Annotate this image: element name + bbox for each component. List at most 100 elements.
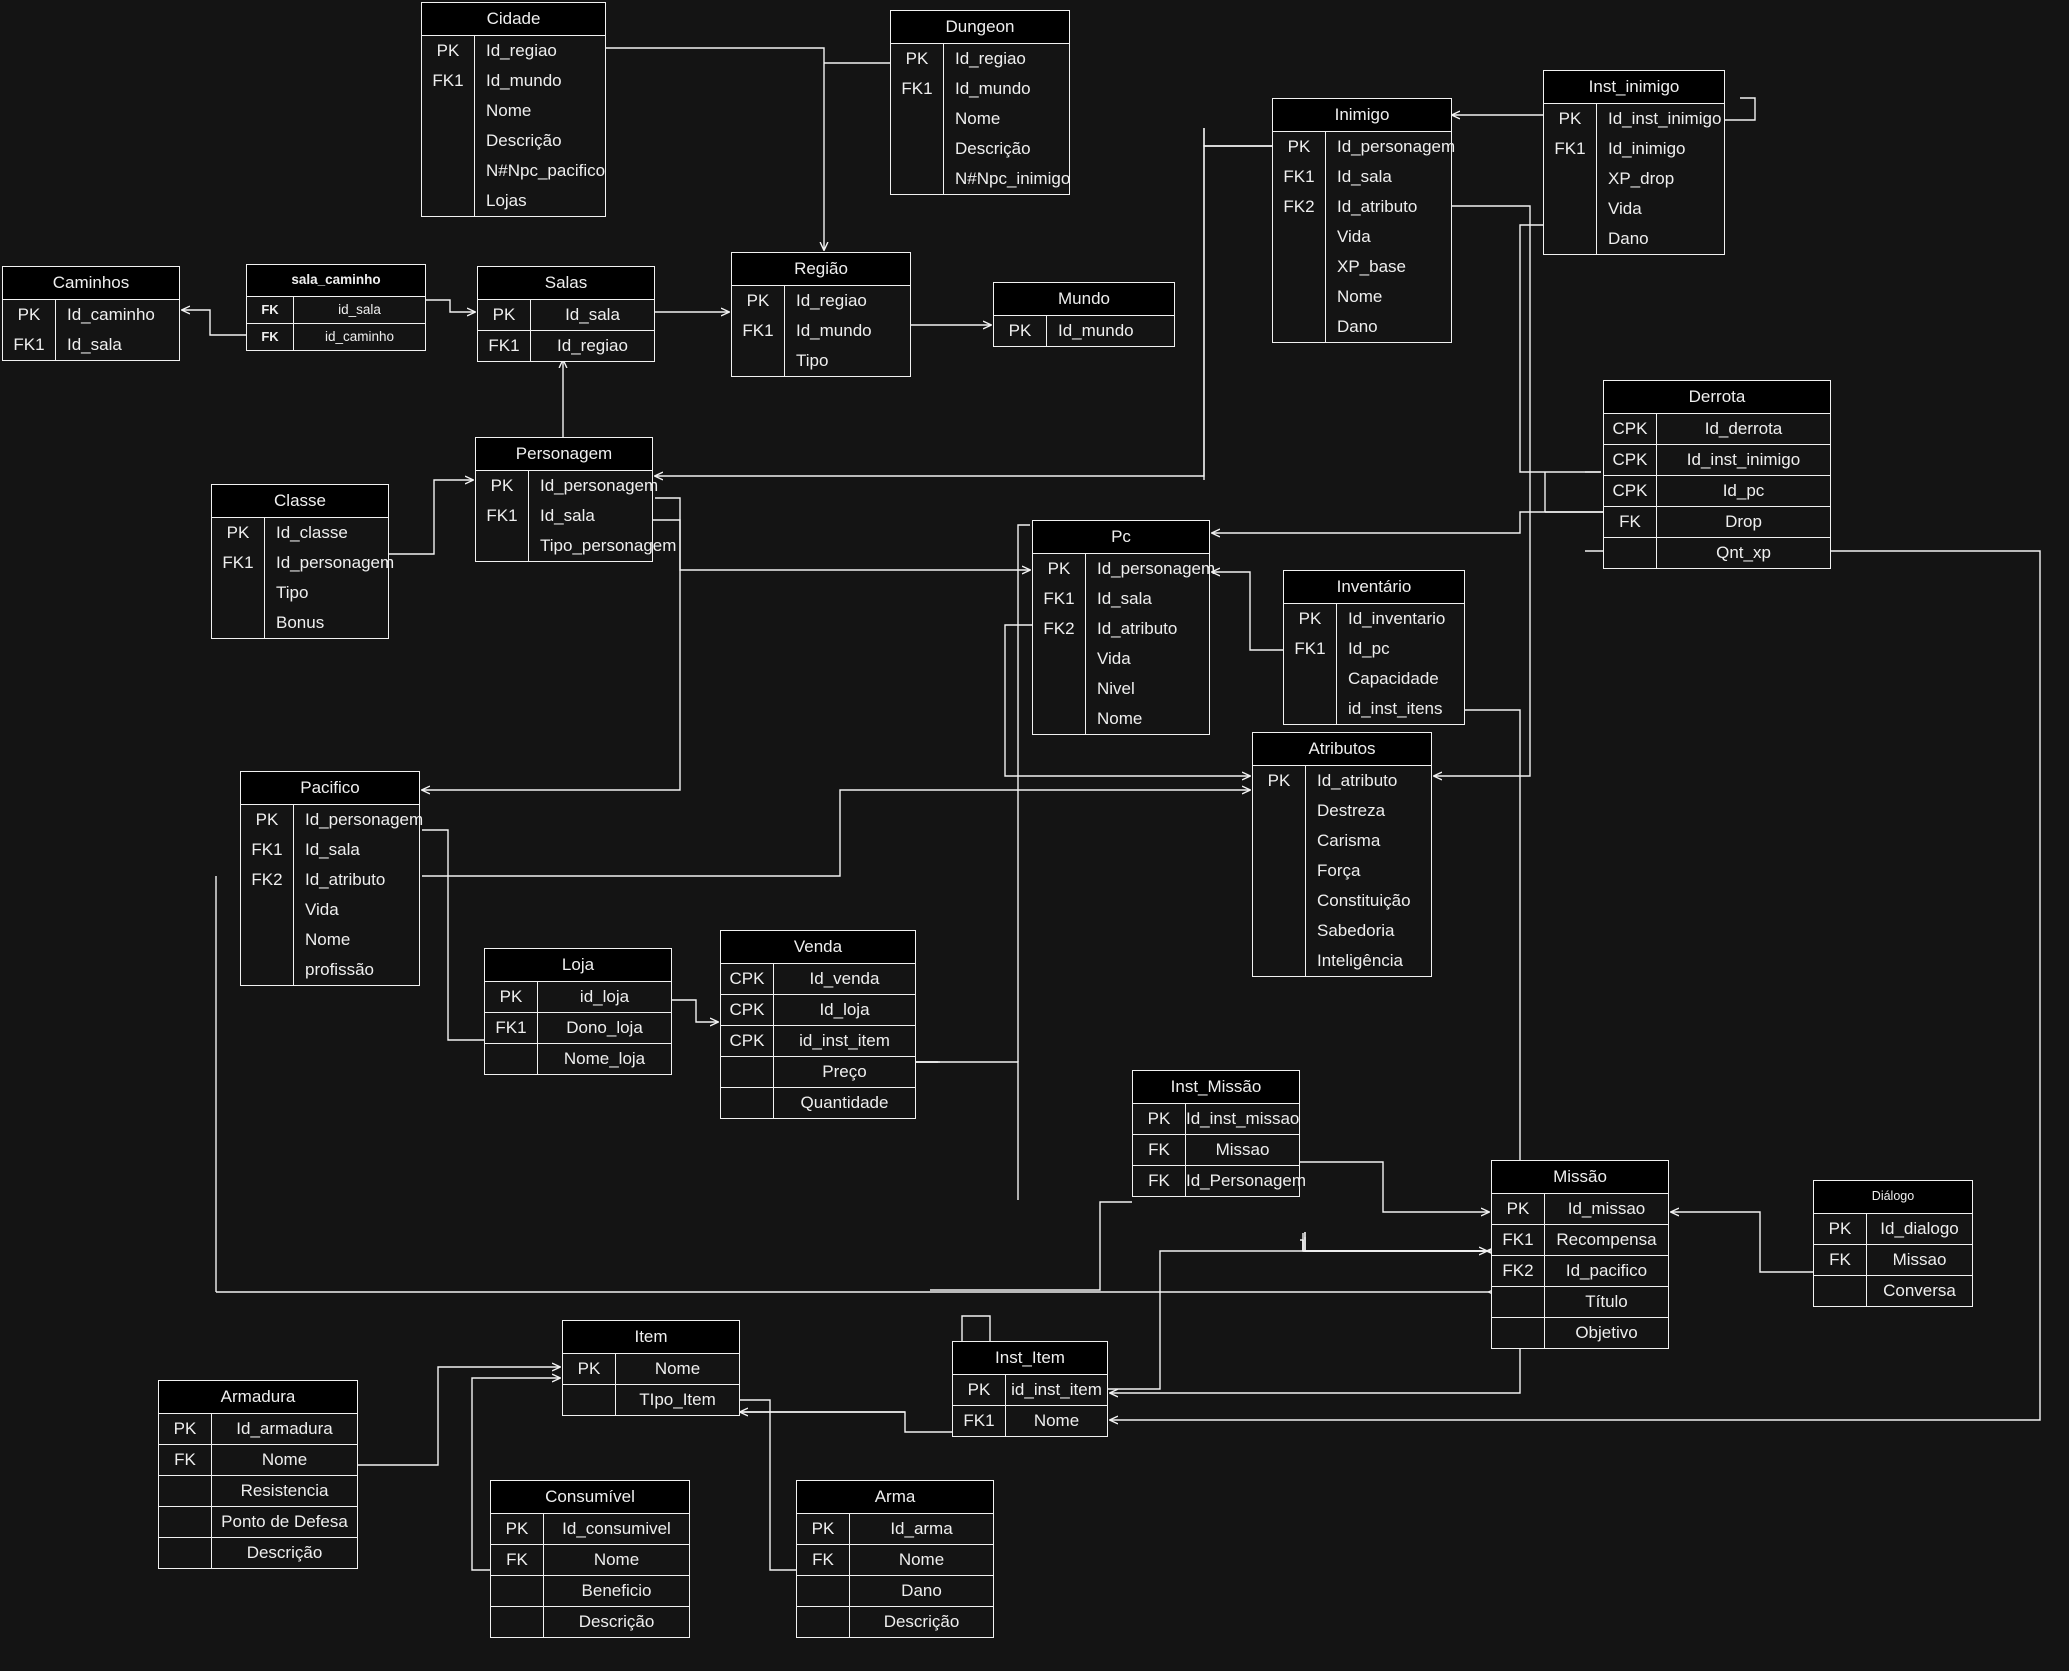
entity-pacifico[interactable]: Pacifico PK Id_personagem FK1 Id_sala FK2 Id_a… (240, 771, 423, 986)
attribute-name: Id_inst_missao (1186, 1109, 1300, 1128)
attribute-row: PK Id_inst_inimigo (1544, 104, 1724, 134)
attribute-row: XP_base (1273, 252, 1451, 282)
entity-regiao[interactable]: Região PK Id_regiao FK1 Id_mundo Tipo (731, 252, 911, 377)
entity-caminhos[interactable]: Caminhos PK Id_caminho FK1 Id_sala (2, 266, 180, 361)
attribute-name: Id_inventario (1348, 609, 1446, 628)
entity-title: Inventário (1284, 571, 1464, 604)
attribute-name: Id_atributo (305, 870, 386, 889)
entity-pc[interactable]: Pc PK Id_personagem FK1 Id_sala FK2 Id_atribut… (1032, 520, 1215, 735)
attribute-key (1284, 694, 1337, 724)
attribute-key (1253, 886, 1306, 916)
attribute-name: Id_inst_inimigo (1608, 109, 1722, 128)
attribute-key (1273, 252, 1326, 282)
attribute-list: PK Id_regiao FK1 Id_mundo Nome Descrição N#Npc… (891, 44, 1070, 194)
attribute-list: PK Id_personagem FK1 Id_sala FK2 Id_atributo V… (1033, 554, 1215, 734)
attribute-name: Nome (593, 1550, 640, 1569)
attribute-key (422, 96, 475, 126)
entity-salas[interactable]: Salas PK Id_sala FK1 Id_regiao (477, 266, 655, 362)
entity-missao[interactable]: Missão PK Id_missao FK1 Recompensa FK2 Id_paci… (1491, 1160, 1669, 1349)
attribute-row: Qnt_xp (1604, 538, 1830, 568)
attribute-key: PK (422, 36, 475, 66)
entity-personagem[interactable]: Personagem PK Id_personagem FK1 Id_sala Tipo_… (475, 437, 676, 562)
entity-inimigo[interactable]: Inimigo PK Id_personagem FK1 Id_sala FK2 Id_at… (1272, 98, 1455, 343)
attribute-key: PK (485, 982, 538, 1012)
attribute-key: FK1 (1492, 1225, 1545, 1255)
attribute-name: Missao (1215, 1140, 1270, 1159)
attribute-name: Tipo (276, 583, 309, 602)
attribute-name: Id_sala (1097, 589, 1152, 608)
entity-mundo[interactable]: Mundo PK Id_mundo (993, 282, 1175, 347)
attribute-key: PK (478, 300, 531, 330)
attribute-row: Nome_loja (485, 1044, 671, 1074)
attribute-name: Id_inst_inimigo (1686, 450, 1801, 469)
attribute-name: Id_caminho (67, 305, 155, 324)
attribute-key: PK (891, 44, 944, 74)
entity-arma[interactable]: Arma PK Id_arma FK Nome Dano Descrição (796, 1480, 994, 1638)
attribute-key: CPK (721, 995, 774, 1025)
entity-inst_inimigo[interactable]: Inst_inimigo PK Id_inst_inimigo FK1 Id_inimi… (1543, 70, 1725, 255)
entity-title: Pc (1033, 521, 1209, 554)
entity-dungeon[interactable]: Dungeon PK Id_regiao FK1 Id_mundo Nome Descriç… (890, 10, 1070, 195)
attribute-row: Vida (241, 895, 419, 925)
attribute-key (241, 955, 294, 985)
attribute-name: Drop (1725, 512, 1762, 531)
entity-inst_item[interactable]: Inst_Item PK id_inst_item FK1 Nome (952, 1341, 1108, 1437)
attribute-row: profissão (241, 955, 419, 985)
attribute-row: FK1 Id_sala (241, 835, 419, 865)
entity-dialogo[interactable]: Diálogo PK Id_dialogo FK Missao Conversa (1813, 1180, 1973, 1307)
attribute-row: FK1 Id_personagem (212, 548, 394, 578)
attribute-name: Id_loja (819, 1000, 870, 1019)
entity-armadura[interactable]: Armadura PK Id_armadura FK Nome Resistencia Po… (158, 1380, 358, 1569)
attribute-key: PK (491, 1514, 544, 1544)
attribute-row: PK Id_sala (478, 300, 654, 331)
attribute-row: PK Nome (563, 1354, 739, 1385)
attribute-row: FK1 Id_sala (3, 330, 179, 360)
attribute-row: FK1 Id_sala (476, 501, 652, 531)
entity-derrota[interactable]: Derrota CPK Id_derrota CPK Id_inst_inimigo CP… (1603, 380, 1831, 569)
attribute-name: Nome (1097, 709, 1143, 728)
attribute-key (159, 1476, 212, 1506)
attribute-name: Id_mundo (486, 71, 562, 90)
entity-inventario[interactable]: Inventário PK Id_inventario FK1 Id_pc Capacid… (1283, 570, 1465, 725)
attribute-key: FK1 (476, 501, 529, 531)
attribute-name: Id_derrota (1704, 419, 1783, 438)
attribute-row: PK Id_regiao (891, 44, 1069, 74)
attribute-name: Id_arma (890, 1519, 953, 1538)
attribute-key: FK1 (212, 548, 265, 578)
attribute-row: TIpo_Item (563, 1385, 739, 1415)
attribute-row: Tipo (732, 346, 910, 376)
attribute-name: Preço (822, 1062, 867, 1081)
attribute-key (1492, 1287, 1545, 1317)
entity-classe[interactable]: Classe PK Id_classe FK1 Id_personagem Tipo Bon… (211, 484, 394, 639)
entity-sala_caminho[interactable]: sala_caminho FK id_sala FK id_caminho (246, 264, 426, 351)
entity-cidade[interactable]: Cidade PK Id_regiao FK1 Id_mundo Nome Descriçã… (421, 2, 606, 217)
entity-consumivel[interactable]: Consumível PK Id_consumivel FK Nome Beneficio… (490, 1480, 690, 1638)
entity-title: Mundo (994, 283, 1174, 316)
attribute-key (1253, 826, 1306, 856)
attribute-name: Objetivo (1575, 1323, 1638, 1342)
attribute-row: PK Id_consumivel (491, 1514, 689, 1545)
attribute-key: FK (491, 1545, 544, 1575)
entity-inst_missao[interactable]: Inst_Missão PK Id_inst_missao FK Missao FK Id_… (1132, 1070, 1306, 1197)
attribute-name: Id_consumivel (562, 1519, 671, 1538)
attribute-name: Nivel (1097, 679, 1135, 698)
entity-loja[interactable]: Loja PK id_loja FK1 Dono_loja Nome_loja (484, 948, 672, 1075)
attribute-key: FK1 (1273, 162, 1326, 192)
attribute-key: FK (159, 1445, 212, 1475)
attribute-row: CPK Id_pc (1604, 476, 1830, 507)
attribute-name: id_inst_itens (1348, 699, 1443, 718)
attribute-list: FK id_sala FK id_caminho (247, 296, 425, 350)
entity-venda[interactable]: Venda CPK Id_venda CPK Id_loja CPK id_inst_ite… (720, 930, 916, 1119)
entity-title: Arma (797, 1481, 993, 1514)
attribute-key (721, 1088, 774, 1118)
attribute-key: PK (1253, 766, 1306, 796)
attribute-name: Qnt_xp (1716, 543, 1771, 562)
entity-title: Caminhos (3, 267, 179, 300)
attribute-name: XP_base (1337, 257, 1406, 276)
attribute-key: FK1 (3, 330, 56, 360)
entity-atributos[interactable]: Atributos PK Id_atributo Destreza Carisma For… (1252, 732, 1432, 977)
attribute-row: Conversa (1814, 1275, 1972, 1306)
entity-item[interactable]: Item PK Nome TIpo_Item (562, 1320, 740, 1416)
attribute-row: PK Id_regiao (422, 36, 605, 66)
attribute-row: Nome (422, 96, 605, 126)
